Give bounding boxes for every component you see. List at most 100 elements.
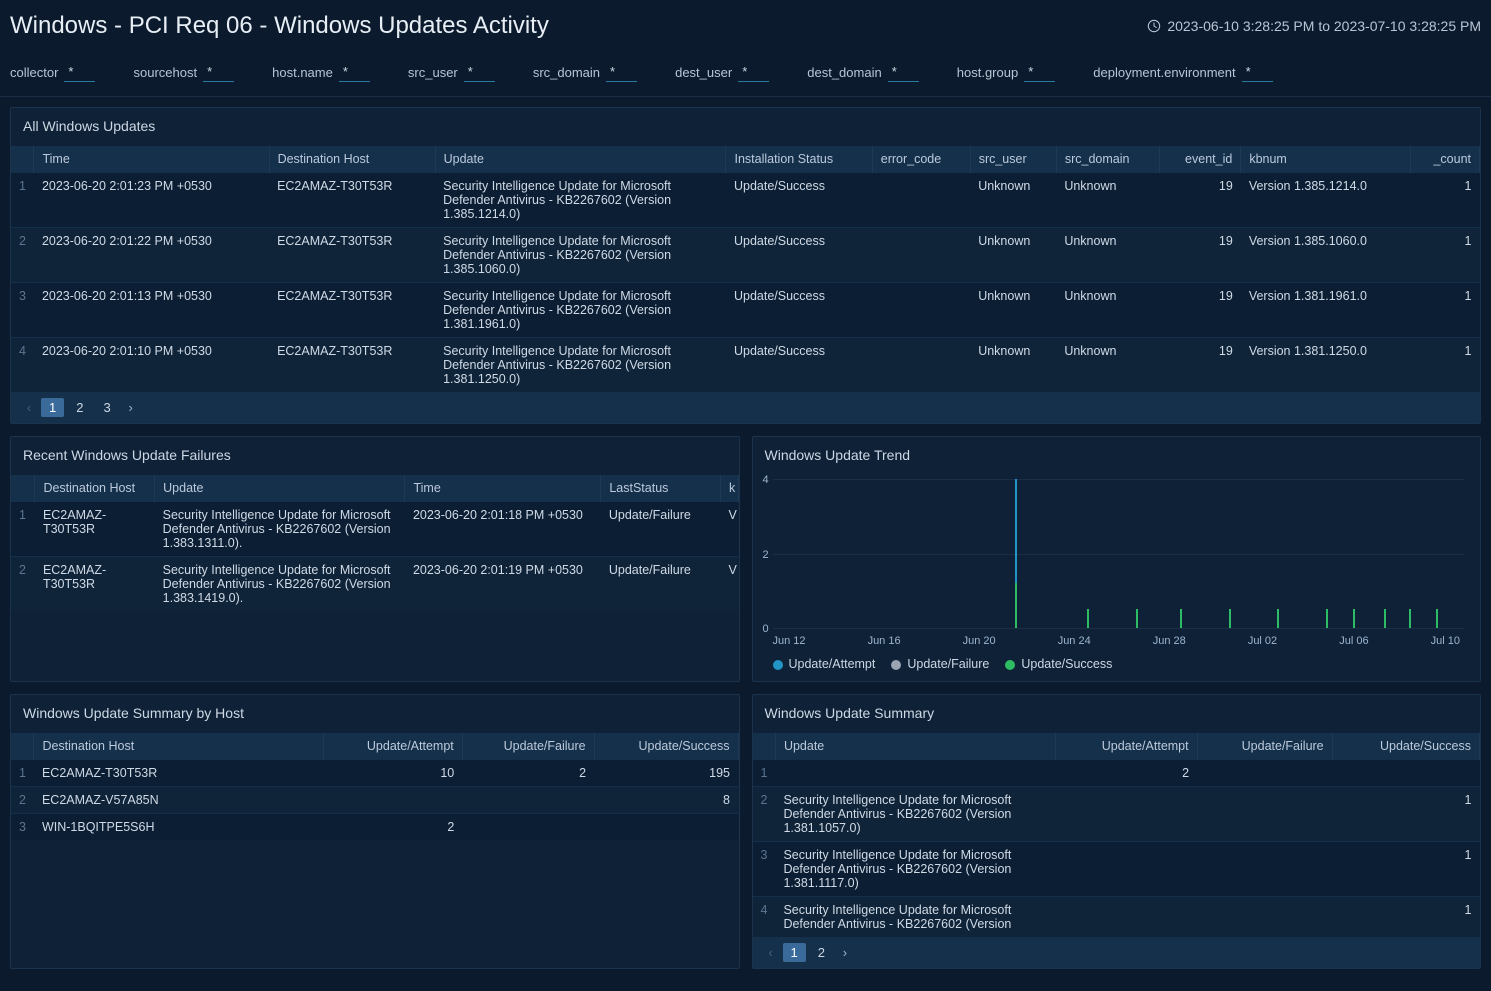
filter-deployment.environment[interactable]: deployment.environment* xyxy=(1093,62,1272,82)
col-header[interactable]: Destination Host xyxy=(269,146,435,173)
col-header[interactable]: LastStatus xyxy=(601,475,721,502)
col-header[interactable]: Time xyxy=(405,475,601,502)
table-row[interactable]: 2 EC2AMAZ-V57A85N 8 xyxy=(11,787,738,814)
filter-value[interactable]: * xyxy=(464,62,495,82)
col-header[interactable]: Update/Success xyxy=(594,733,738,760)
filter-host.group[interactable]: host.group* xyxy=(957,62,1056,82)
chart-bar[interactable] xyxy=(1087,609,1089,628)
col-header[interactable]: Update/Attempt xyxy=(1055,733,1197,760)
filter-dest_user[interactable]: dest_user* xyxy=(675,62,769,82)
panel-all-updates: All Windows Updates TimeDestination Host… xyxy=(10,107,1481,424)
page-next-icon[interactable]: › xyxy=(123,400,139,415)
panel-summary: Windows Update Summary UpdateUpdate/Atte… xyxy=(752,694,1482,969)
col-header[interactable]: Update/Attempt xyxy=(324,733,462,760)
page-prev-icon[interactable]: ‹ xyxy=(763,945,779,960)
page-3[interactable]: 3 xyxy=(95,398,118,417)
col-header[interactable]: kbnum xyxy=(1241,146,1411,173)
col-header[interactable] xyxy=(753,733,776,760)
chart-bar[interactable] xyxy=(1384,609,1386,628)
panel-title: Windows Update Summary xyxy=(753,695,1481,733)
col-header[interactable]: src_user xyxy=(970,146,1056,173)
col-header[interactable]: event_id xyxy=(1160,146,1241,173)
summary-host-table: Destination HostUpdate/AttemptUpdate/Fai… xyxy=(11,733,739,840)
col-header[interactable]: src_domain xyxy=(1056,146,1159,173)
table-row[interactable]: 1 2023-06-20 2:01:23 PM +0530 EC2AMAZ-T3… xyxy=(11,173,1480,228)
table-row[interactable]: 3 WIN-1BQITPE5S6H 2 xyxy=(11,814,738,841)
filter-collector[interactable]: collector * xyxy=(10,62,95,82)
page-2[interactable]: 2 xyxy=(68,398,91,417)
chart-bar[interactable] xyxy=(1015,583,1017,628)
col-header[interactable]: Update xyxy=(435,146,726,173)
chart-bar[interactable] xyxy=(1353,609,1355,628)
col-header[interactable]: Update xyxy=(775,733,1055,760)
table-row[interactable]: 3 2023-06-20 2:01:13 PM +0530 EC2AMAZ-T3… xyxy=(11,283,1480,338)
circle-icon xyxy=(1005,660,1015,670)
col-header[interactable] xyxy=(11,146,34,173)
filter-label: src_user xyxy=(408,65,458,80)
col-header[interactable]: Update/Failure xyxy=(1197,733,1332,760)
filter-src_user[interactable]: src_user * xyxy=(408,62,495,82)
table-row[interactable]: 2 Security Intelligence Update for Micro… xyxy=(753,787,1480,842)
table-row[interactable]: 4 Security Intelligence Update for Micro… xyxy=(753,897,1480,938)
filter-bar: collector*sourcehost*host.name*src_user*… xyxy=(0,56,1491,97)
filter-label: dest_domain xyxy=(807,65,881,80)
filter-value[interactable]: * xyxy=(738,62,769,82)
legend-item-attempt[interactable]: Update/Attempt xyxy=(773,657,876,671)
table-row[interactable]: 2 EC2AMAZ-T30T53R Security Intelligence … xyxy=(11,557,738,612)
col-header[interactable] xyxy=(11,733,34,760)
filter-value[interactable]: * xyxy=(203,62,234,82)
col-header[interactable]: Update/Success xyxy=(1332,733,1479,760)
filter-label: collector xyxy=(10,65,58,80)
table-row[interactable]: 1 2 xyxy=(753,760,1480,787)
filter-value[interactable]: * xyxy=(64,62,95,82)
page-1[interactable]: 1 xyxy=(783,943,806,962)
chart-bar[interactable] xyxy=(1409,609,1411,628)
filter-sourcehost[interactable]: sourcehost * xyxy=(133,62,234,82)
page-prev-icon[interactable]: ‹ xyxy=(21,400,37,415)
page-title: Windows - PCI Req 06 - Windows Updates A… xyxy=(10,12,549,40)
chart-bar[interactable] xyxy=(1326,609,1328,628)
table-row[interactable]: 1 EC2AMAZ-T30T53R Security Intelligence … xyxy=(11,502,738,557)
filter-value[interactable]: * xyxy=(339,62,370,82)
filter-value[interactable]: * xyxy=(1242,62,1273,82)
y-tick: 2 xyxy=(763,549,769,561)
filter-value[interactable]: * xyxy=(888,62,919,82)
legend-item-success[interactable]: Update/Success xyxy=(1005,657,1112,671)
col-header[interactable]: k xyxy=(721,475,738,502)
chart-bar[interactable] xyxy=(1277,609,1279,628)
pagination: ‹ 123 › xyxy=(11,392,1480,423)
failures-table: Destination HostUpdateTimeLastStatusk 1 … xyxy=(11,475,739,611)
panel-title: Windows Update Trend xyxy=(753,437,1481,475)
chart-bar[interactable] xyxy=(1136,609,1138,628)
col-header[interactable]: Update xyxy=(155,475,405,502)
col-header[interactable] xyxy=(11,475,35,502)
col-header[interactable]: Destination Host xyxy=(35,475,155,502)
clock-icon xyxy=(1147,19,1161,33)
filter-host.name[interactable]: host.name* xyxy=(272,62,370,82)
col-header[interactable]: _count xyxy=(1410,146,1479,173)
filter-value[interactable]: * xyxy=(606,62,637,82)
table-row[interactable]: 2 2023-06-20 2:01:22 PM +0530 EC2AMAZ-T3… xyxy=(11,228,1480,283)
x-tick: Jun 28 xyxy=(1153,635,1186,647)
legend-item-failure[interactable]: Update/Failure xyxy=(891,657,989,671)
page-next-icon[interactable]: › xyxy=(837,945,853,960)
filter-dest_domain[interactable]: dest_domain * xyxy=(807,62,919,82)
time-range[interactable]: 2023-06-10 3:28:25 PM to 2023-07-10 3:28… xyxy=(1147,18,1481,34)
chart-bar[interactable] xyxy=(1229,609,1231,628)
chart-bar[interactable] xyxy=(1436,609,1438,628)
col-header[interactable]: Time xyxy=(34,146,269,173)
chart-bar[interactable] xyxy=(1180,609,1182,628)
table-row[interactable]: 1 EC2AMAZ-T30T53R 10 2 195 xyxy=(11,760,738,787)
filter-label: sourcehost xyxy=(133,65,197,80)
table-row[interactable]: 4 2023-06-20 2:01:10 PM +0530 EC2AMAZ-T3… xyxy=(11,338,1480,393)
page-1[interactable]: 1 xyxy=(41,398,64,417)
col-header[interactable]: Destination Host xyxy=(34,733,324,760)
col-header[interactable]: Installation Status xyxy=(726,146,872,173)
page-2[interactable]: 2 xyxy=(810,943,833,962)
x-tick: Jul 10 xyxy=(1431,635,1460,647)
col-header[interactable]: Update/Failure xyxy=(462,733,594,760)
filter-src_domain[interactable]: src_domain* xyxy=(533,62,637,82)
col-header[interactable]: error_code xyxy=(872,146,970,173)
filter-value[interactable]: * xyxy=(1024,62,1055,82)
table-row[interactable]: 3 Security Intelligence Update for Micro… xyxy=(753,842,1480,897)
